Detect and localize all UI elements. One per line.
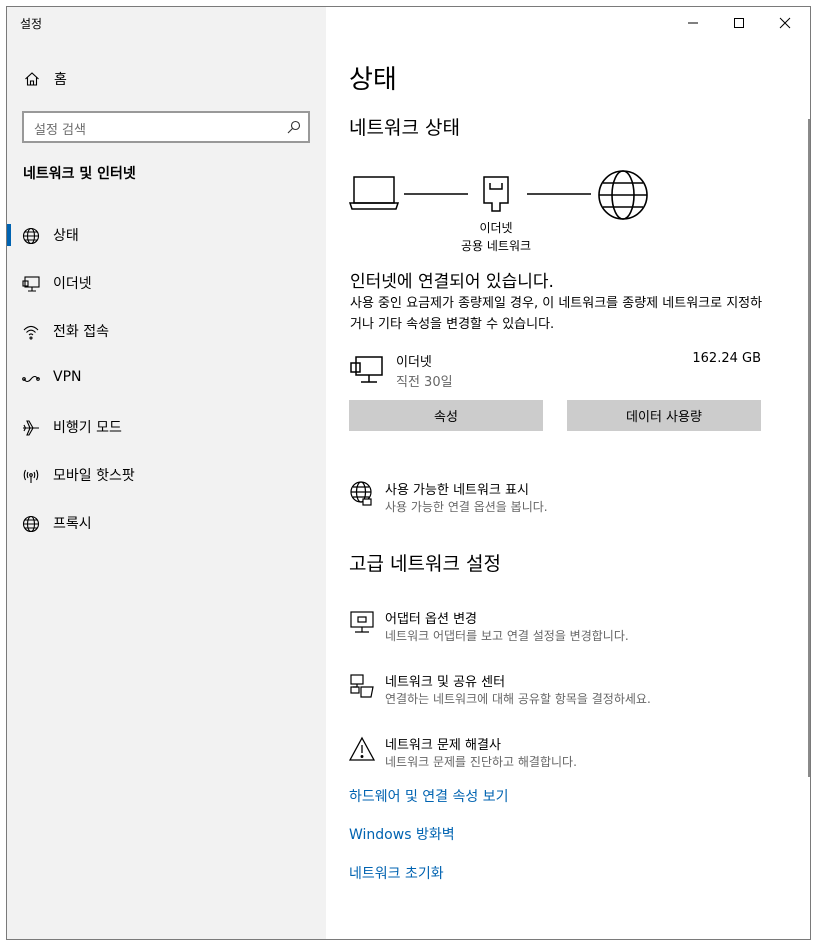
setting-description: 연결하는 네트워크에 대해 공유할 항목을 결정하세요. xyxy=(385,692,651,706)
network-status-heading: 네트워크 상태 xyxy=(349,117,460,139)
properties-button[interactable]: 속성 xyxy=(349,400,543,431)
network-diagram: 이더넷 공용 네트워크 xyxy=(349,167,769,263)
warning-icon xyxy=(349,736,375,761)
adapter-icon xyxy=(350,611,374,633)
setting-description: 네트워크 어댑터를 보고 연결 설정을 변경합니다. xyxy=(385,629,629,643)
sidebar-nav: 상태 이더넷 전화 접속 VPN 비행기 모드 모바일 핫스팟 프록시 xyxy=(7,211,326,547)
dialup-icon xyxy=(23,325,39,340)
window-title: 설정 xyxy=(20,17,43,31)
sidebar-item-label: VPN xyxy=(53,369,82,385)
search-icon[interactable] xyxy=(287,120,301,134)
diagram-label-ethernet: 이더넷 xyxy=(479,221,513,235)
sidebar: 설정 홈 설정 검색 네트워크 및 인터넷 상태 이더넷 전화 접속 VPN 비… xyxy=(7,7,326,939)
sidebar-item-label: 상태 xyxy=(53,228,79,244)
search-input[interactable]: 설정 검색 xyxy=(22,111,310,143)
sidebar-item-label: 전화 접속 xyxy=(53,324,109,340)
laptop-icon xyxy=(349,176,399,210)
sidebar-item-home[interactable]: 홈 xyxy=(7,63,326,95)
diagram-label-network: 공용 네트워크 xyxy=(460,239,532,253)
setting-description: 사용 가능한 연결 옵션을 봅니다. xyxy=(385,500,548,514)
ethernet-port-icon xyxy=(483,176,509,212)
settings-window: 설정 홈 설정 검색 네트워크 및 인터넷 상태 이더넷 전화 접속 VPN 비… xyxy=(6,6,811,940)
ethernet-icon xyxy=(22,276,40,292)
sidebar-item-label: 비행기 모드 xyxy=(53,420,122,436)
hardware-properties-link[interactable]: 하드웨어 및 연결 속성 보기 xyxy=(349,786,508,806)
page-title: 상태 xyxy=(349,65,397,95)
sidebar-item-ethernet[interactable]: 이더넷 xyxy=(7,259,326,307)
main-content: 상태 네트워크 상태 이더넷 공용 네트워크 인터넷에 연결되어 있습니다. 사… xyxy=(349,7,789,939)
globe-icon xyxy=(22,515,40,533)
sidebar-item-status[interactable]: 상태 xyxy=(7,211,326,259)
globe-network-icon xyxy=(350,481,372,506)
airplane-icon xyxy=(23,420,39,436)
connection-name: 이더넷 xyxy=(396,355,432,370)
globe-icon xyxy=(22,227,40,245)
vpn-icon xyxy=(22,375,40,383)
sidebar-item-airplane[interactable]: 비행기 모드 xyxy=(7,403,326,451)
connection-item: 이더넷 직전 30일 162.24 GB xyxy=(349,351,769,395)
ethernet-icon xyxy=(350,356,383,383)
setting-title: 네트워크 문제 해결사 xyxy=(385,738,501,753)
search-placeholder: 설정 검색 xyxy=(34,123,86,138)
sidebar-item-label: 모바일 핫스팟 xyxy=(53,468,135,484)
globe-icon xyxy=(598,170,648,220)
setting-title: 네트워크 및 공유 센터 xyxy=(385,675,506,690)
sidebar-item-proxy[interactable]: 프록시 xyxy=(7,499,326,547)
change-adapter-options[interactable]: 어댑터 옵션 변경 네트워크 어댑터를 보고 연결 설정을 변경합니다. xyxy=(349,608,779,652)
windows-firewall-link[interactable]: Windows 방화벽 xyxy=(349,824,455,844)
advanced-settings-heading: 고급 네트워크 설정 xyxy=(349,553,501,575)
data-usage-button[interactable]: 데이터 사용량 xyxy=(567,400,761,431)
sidebar-item-vpn[interactable]: VPN xyxy=(7,355,326,403)
connection-line xyxy=(527,193,591,195)
scrollbar[interactable] xyxy=(808,119,810,777)
sidebar-item-label: 프록시 xyxy=(53,516,92,532)
sidebar-section-title: 네트워크 및 인터넷 xyxy=(23,166,136,182)
home-icon xyxy=(25,72,39,86)
network-troubleshooter[interactable]: 네트워크 문제 해결사 네트워크 문제를 진단하고 해결합니다. xyxy=(349,734,779,778)
setting-description: 네트워크 문제를 진단하고 해결합니다. xyxy=(385,755,577,769)
sidebar-item-hotspot[interactable]: 모바일 핫스팟 xyxy=(7,451,326,499)
connection-line xyxy=(404,193,468,195)
show-available-networks[interactable]: 사용 가능한 네트워크 표시 사용 가능한 연결 옵션을 봅니다. xyxy=(349,479,779,523)
sidebar-item-dialup[interactable]: 전화 접속 xyxy=(7,307,326,355)
sidebar-item-label: 홈 xyxy=(54,72,67,88)
connection-usage: 162.24 GB xyxy=(692,351,761,366)
hotspot-icon xyxy=(23,469,39,483)
setting-title: 사용 가능한 네트워크 표시 xyxy=(385,483,529,498)
sidebar-item-label: 이더넷 xyxy=(53,276,92,292)
connection-status-description: 사용 중인 요금제가 종량제일 경우, 이 네트워크를 종량제 네트워크로 지정… xyxy=(350,296,763,332)
connection-period: 직전 30일 xyxy=(396,375,453,390)
network-reset-link[interactable]: 네트워크 초기화 xyxy=(349,863,444,883)
network-sharing-center[interactable]: 네트워크 및 공유 센터 연결하는 네트워크에 대해 공유할 항목을 결정하세요… xyxy=(349,671,779,715)
connection-status-headline: 인터넷에 연결되어 있습니다. xyxy=(350,272,554,292)
setting-title: 어댑터 옵션 변경 xyxy=(385,612,477,627)
sharing-center-icon xyxy=(350,674,374,698)
